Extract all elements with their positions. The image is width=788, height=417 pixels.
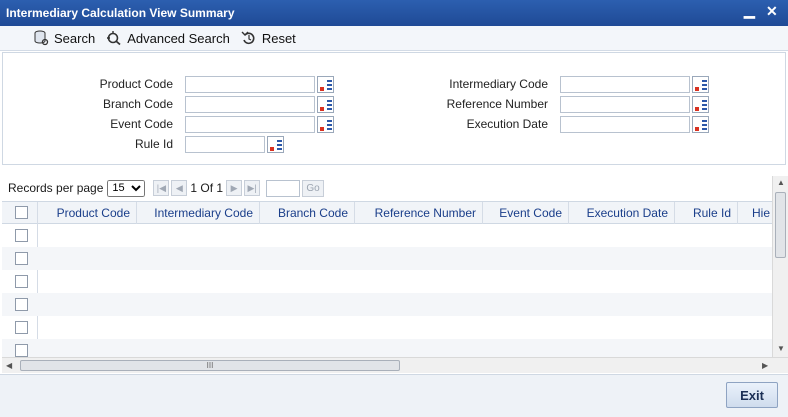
rule-id-input[interactable] [185, 136, 265, 153]
rule-id-lov-icon[interactable] [267, 136, 284, 153]
product-code-input[interactable] [185, 76, 315, 93]
execution-date-lov-icon[interactable] [692, 116, 709, 133]
select-all-checkbox[interactable] [15, 206, 28, 219]
reference-number-label: Reference Number [446, 97, 548, 111]
reference-number-input[interactable] [560, 96, 690, 113]
column-header-intermediary-code[interactable]: Intermediary Code [137, 202, 260, 224]
table-row[interactable] [2, 247, 772, 270]
last-page-icon[interactable]: ▶| [244, 180, 261, 196]
branch-code-input[interactable] [185, 96, 315, 113]
column-header-execution-date[interactable]: Execution Date [569, 202, 675, 224]
pagination-bar: Records per page 15 |◀ ◀ 1 Of 1 ▶ ▶| Go [2, 176, 772, 200]
column-header-reference-number[interactable]: Reference Number [355, 202, 483, 224]
reset-label: Reset [261, 30, 296, 46]
product-code-label: Product Code [99, 77, 173, 91]
table-row[interactable] [2, 293, 772, 316]
branch-code-lov-icon[interactable] [317, 96, 334, 113]
records-per-page-select[interactable]: 15 [107, 179, 146, 197]
intermediary-code-input[interactable] [560, 76, 690, 93]
execution-date-label: Execution Date [466, 117, 548, 131]
go-button[interactable]: Go [302, 179, 325, 197]
table-row[interactable] [2, 270, 772, 293]
horizontal-scroll-thumb[interactable]: III [20, 360, 400, 371]
branch-code-label: Branch Code [102, 97, 173, 111]
search-icon [32, 30, 50, 46]
row-checkbox[interactable] [15, 252, 28, 265]
horizontal-scrollbar[interactable]: ◀ III ▶ [2, 357, 788, 373]
page-number-input[interactable] [266, 179, 301, 197]
row-checkbox[interactable] [15, 321, 28, 334]
rule-id-label: Rule Id [134, 137, 173, 151]
table-row[interactable] [2, 316, 772, 339]
reset-icon [240, 30, 258, 46]
row-checkbox[interactable] [15, 298, 28, 311]
window-titlebar: Intermediary Calculation View Summary ▁ … [0, 0, 788, 26]
page-info: 1 Of 1 [190, 181, 224, 195]
exit-button[interactable]: Exit [726, 382, 778, 408]
table-row[interactable] [2, 339, 772, 357]
minimize-icon[interactable]: ▁ [744, 2, 755, 19]
advanced-search-icon [105, 30, 123, 46]
next-page-icon[interactable]: ▶ [226, 180, 243, 196]
event-code-input[interactable] [185, 116, 315, 133]
column-header-rule-id[interactable]: Rule Id [675, 202, 738, 224]
advanced-search-button[interactable]: Advanced Search [105, 30, 230, 46]
row-checkbox[interactable] [15, 229, 28, 242]
toolbar: Search Advanced Search Reset [0, 26, 788, 51]
intermediary-code-label: Intermediary Code [449, 77, 548, 91]
reset-button[interactable]: Reset [240, 30, 296, 46]
reference-number-lov-icon[interactable] [692, 96, 709, 113]
scroll-right-icon[interactable]: ▶ [762, 361, 768, 370]
footer-bar: Exit [0, 374, 788, 417]
window-title: Intermediary Calculation View Summary [6, 6, 235, 20]
execution-date-input[interactable] [560, 116, 690, 133]
search-criteria-panel: Product Code Branch Code Event Code Rule… [2, 52, 786, 165]
scroll-down-icon[interactable]: ▼ [777, 344, 785, 353]
search-button[interactable]: Search [32, 30, 95, 46]
grid-header: Product Code Intermediary Code Branch Co… [2, 202, 772, 224]
vertical-scrollbar[interactable]: ▲ ▼ [772, 176, 788, 357]
column-header-branch-code[interactable]: Branch Code [260, 202, 355, 224]
column-header-hierarchy[interactable]: Hie [738, 202, 772, 224]
table-row[interactable] [2, 224, 772, 247]
advanced-search-label: Advanced Search [127, 30, 230, 46]
row-checkbox[interactable] [15, 344, 28, 357]
results-grid: Product Code Intermediary Code Branch Co… [2, 201, 772, 357]
event-code-lov-icon[interactable] [317, 116, 334, 133]
close-icon[interactable]: ✕ [766, 3, 778, 20]
event-code-label: Event Code [110, 117, 173, 131]
intermediary-code-lov-icon[interactable] [692, 76, 709, 93]
first-page-icon[interactable]: |◀ [153, 180, 170, 196]
records-per-page-label: Records per page [8, 181, 104, 195]
previous-page-icon[interactable]: ◀ [171, 180, 188, 196]
search-label: Search [54, 30, 96, 46]
vertical-scroll-thumb[interactable] [775, 192, 786, 258]
row-checkbox[interactable] [15, 275, 28, 288]
column-header-product-code[interactable]: Product Code [37, 202, 137, 224]
column-header-event-code[interactable]: Event Code [483, 202, 569, 224]
product-code-lov-icon[interactable] [317, 76, 334, 93]
scroll-up-icon[interactable]: ▲ [777, 178, 785, 187]
scroll-left-icon[interactable]: ◀ [6, 361, 12, 370]
